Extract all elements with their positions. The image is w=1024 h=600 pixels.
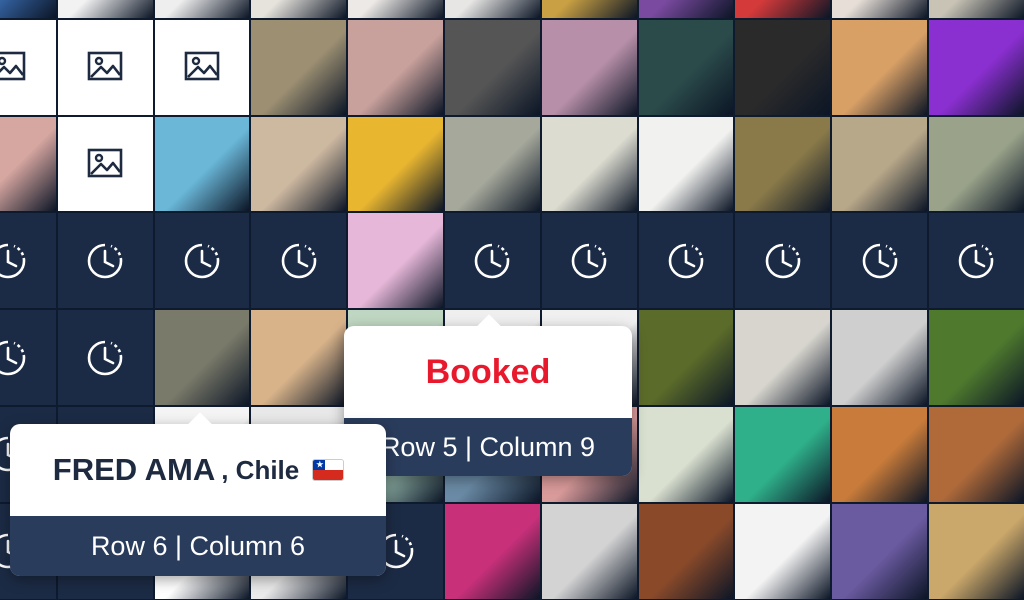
- clock-history-icon: [281, 243, 317, 279]
- clock-history-icon: [184, 243, 220, 279]
- booked-tile[interactable]: [0, 309, 57, 406]
- artwork-tile[interactable]: [637, 0, 735, 19]
- artwork-tile[interactable]: [0, 0, 57, 19]
- artwork-tile[interactable]: [734, 18, 832, 116]
- artwork-placeholder-tile[interactable]: [0, 18, 57, 116]
- artwork-tile[interactable]: [831, 309, 928, 406]
- artwork-tile[interactable]: [540, 18, 638, 116]
- artwork-tile[interactable]: [0, 115, 57, 213]
- artwork-tile[interactable]: [637, 18, 735, 116]
- artwork-tile[interactable]: [637, 115, 735, 213]
- image-placeholder-icon: [87, 51, 123, 81]
- artwork-tile[interactable]: [831, 502, 928, 600]
- booked-tile[interactable]: [56, 212, 154, 310]
- artwork-tile[interactable]: [831, 0, 928, 19]
- booked-position-label: Row 5 | Column 9: [344, 418, 632, 476]
- artwork-tile[interactable]: [250, 309, 348, 406]
- artwork-tile[interactable]: [347, 212, 444, 310]
- image-placeholder-icon: [87, 148, 123, 178]
- artwork-tile[interactable]: [928, 309, 1024, 406]
- artwork-tile[interactable]: [734, 502, 832, 600]
- artwork-tile[interactable]: [250, 115, 348, 213]
- artwork-tile[interactable]: [56, 0, 154, 19]
- artwork-tile[interactable]: [928, 0, 1024, 19]
- artwork-tile[interactable]: [540, 115, 638, 213]
- clock-history-icon: [87, 340, 123, 375]
- artwork-tile[interactable]: [347, 0, 444, 19]
- artwork-tile[interactable]: [637, 406, 735, 503]
- image-placeholder-icon: [0, 51, 26, 81]
- artwork-tile[interactable]: [250, 0, 348, 19]
- artwork-tile[interactable]: [734, 309, 832, 406]
- artwork-placeholder-tile[interactable]: [153, 18, 251, 116]
- artwork-tile[interactable]: [444, 0, 541, 19]
- booked-tile[interactable]: [734, 212, 832, 310]
- booked-tile[interactable]: [831, 212, 928, 310]
- artwork-tile[interactable]: [928, 115, 1024, 213]
- artwork-tile[interactable]: [540, 0, 638, 19]
- clock-history-icon: [571, 243, 607, 279]
- clock-history-icon: [959, 243, 994, 279]
- clock-history-icon: [0, 243, 26, 279]
- artwork-tile[interactable]: [153, 309, 251, 406]
- booked-tile[interactable]: [637, 212, 735, 310]
- booked-tooltip: Booked Row 5 | Column 9: [344, 314, 632, 476]
- artwork-tile[interactable]: [153, 0, 251, 19]
- image-placeholder-icon: [184, 51, 220, 81]
- artwork-tile[interactable]: [831, 115, 928, 213]
- artwork-tile[interactable]: [637, 502, 735, 600]
- artwork-tile[interactable]: [250, 18, 348, 116]
- artist-tooltip: FRED AMA, Chile ★ Row 6 | Column 6: [10, 412, 386, 576]
- clock-history-icon: [765, 243, 801, 279]
- booked-status-title: Booked: [425, 352, 551, 391]
- artwork-tile[interactable]: [831, 18, 928, 116]
- artwork-tile[interactable]: [928, 406, 1024, 503]
- artwork-tile[interactable]: [928, 18, 1024, 116]
- artwork-tile[interactable]: [734, 115, 832, 213]
- artwork-placeholder-tile[interactable]: [56, 18, 154, 116]
- booked-tile[interactable]: [0, 212, 57, 310]
- artwork-tile[interactable]: [444, 18, 541, 116]
- artist-position-label: Row 6 | Column 6: [10, 516, 386, 576]
- clock-history-icon: [862, 243, 897, 279]
- booked-tile[interactable]: [540, 212, 638, 310]
- booked-tile[interactable]: [444, 212, 541, 310]
- booked-tile[interactable]: [56, 309, 154, 406]
- clock-history-icon: [0, 340, 26, 375]
- booked-tile[interactable]: [250, 212, 348, 310]
- artwork-tile[interactable]: [734, 406, 832, 503]
- artwork-tile[interactable]: [444, 115, 541, 213]
- clock-history-icon: [475, 243, 510, 279]
- artist-country: , Chile: [221, 454, 300, 485]
- artwork-tile[interactable]: [444, 502, 541, 600]
- artwork-tile[interactable]: [347, 115, 444, 213]
- artwork-tile[interactable]: [637, 309, 735, 406]
- booked-tile[interactable]: [153, 212, 251, 310]
- artist-name: FRED AMA: [52, 452, 216, 487]
- artwork-tile[interactable]: [153, 115, 251, 213]
- chile-flag-icon: ★: [313, 460, 344, 480]
- booked-tile[interactable]: [928, 212, 1024, 310]
- artwork-placeholder-tile[interactable]: [56, 115, 154, 213]
- artwork-tile[interactable]: [928, 502, 1024, 600]
- clock-history-icon: [87, 243, 123, 279]
- artwork-tile[interactable]: [540, 502, 638, 600]
- artwork-tile[interactable]: [734, 0, 832, 19]
- artwork-tile[interactable]: [831, 406, 928, 503]
- clock-history-icon: [668, 243, 704, 279]
- artwork-tile[interactable]: [347, 18, 444, 116]
- artist-heading: FRED AMA, Chile ★: [10, 424, 386, 516]
